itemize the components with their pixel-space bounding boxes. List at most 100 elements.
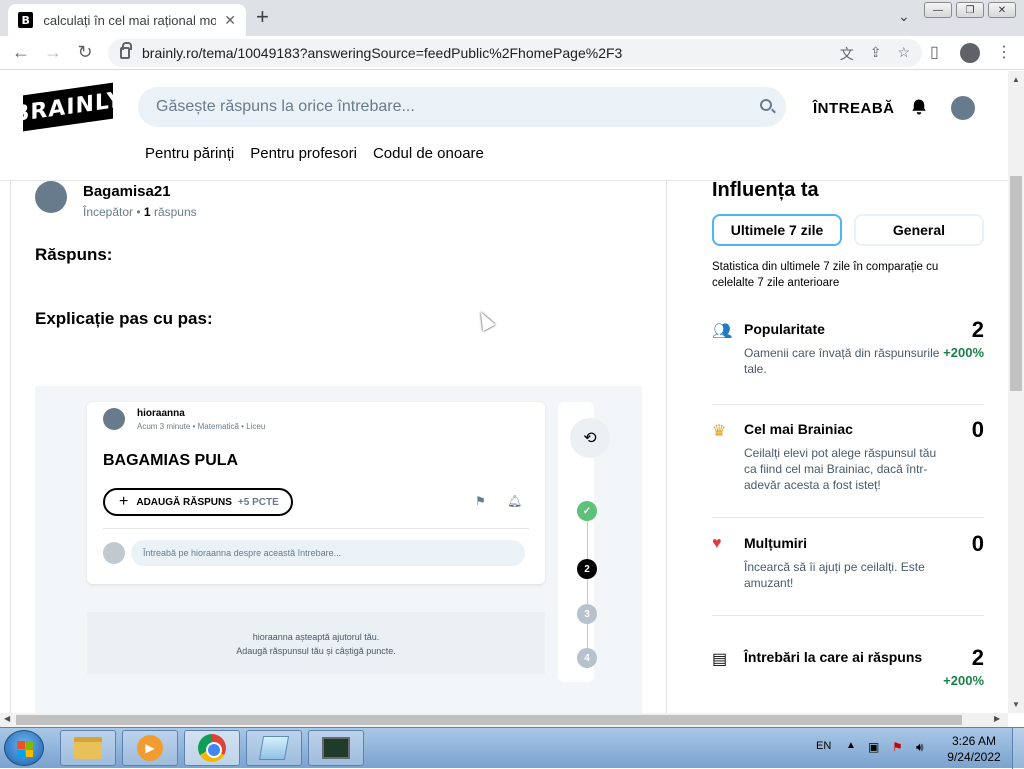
- scroll-left-arrow-icon[interactable]: ◀: [4, 714, 10, 723]
- scroll-up-arrow-icon[interactable]: ▲: [1012, 75, 1020, 84]
- search-input[interactable]: Găsește răspuns la orice întrebare...: [138, 87, 786, 127]
- browser-tabstrip: B calculați în cel mai rațional mod posi…: [0, 0, 1024, 36]
- embedded-title: BAGAMIAS PULA: [103, 452, 239, 469]
- chrome-icon: [198, 734, 226, 762]
- taskbar-notepad[interactable]: [246, 730, 302, 766]
- stat-brainiac: ♛ Cel mai Brainiac Ceilalți elevi pot al…: [712, 417, 984, 492]
- window-controls: — ❐ ✕: [924, 2, 1016, 18]
- notifications-bell-icon[interactable]: [910, 98, 928, 116]
- nav-honor-code[interactable]: Codul de onoare: [373, 145, 484, 162]
- subnav: Pentru părinți Pentru profesori Codul de…: [145, 145, 484, 162]
- embedded-username: hioraanna: [137, 408, 185, 419]
- step-2: 2: [577, 559, 597, 579]
- new-tab-button[interactable]: +: [256, 6, 269, 28]
- step-4: 4: [577, 648, 597, 668]
- user-avatar[interactable]: [951, 96, 975, 120]
- answerer-avatar[interactable]: [35, 181, 67, 213]
- volume-icon[interactable]: 🔊︎: [916, 740, 930, 754]
- network-icon[interactable]: ▣: [868, 740, 882, 754]
- embedded-avatar-small: [103, 542, 125, 564]
- brainly-favicon-icon: B: [18, 12, 34, 28]
- close-tab-icon[interactable]: ✕: [224, 12, 236, 29]
- divider: [712, 517, 984, 518]
- step-1-check: ✓: [577, 501, 597, 521]
- embedded-add-answer-button: + ADAUGĂ RĂSPUNS +5 PCTE: [103, 488, 293, 516]
- horizontal-scrollbar[interactable]: ◀ ▶: [0, 713, 1008, 727]
- people-icon: 👥︎: [712, 323, 733, 340]
- stat-answered: ▤ Întrebări la care ai răspuns 2 +200%: [712, 645, 984, 688]
- system-tray: EN ▲ ▣ ⚑ 🔊︎ 3:26 AM 9/24/2022: [806, 728, 1024, 769]
- scroll-thumb[interactable]: [1010, 176, 1022, 391]
- search-placeholder: Găsește răspuns la orice întrebare...: [156, 98, 415, 115]
- profile-avatar-icon[interactable]: [960, 43, 980, 63]
- flag-icon: ⚑: [475, 494, 486, 508]
- browser-tab[interactable]: B calculați în cel mai rațional mod posi…: [8, 4, 246, 36]
- questions-icon: ▤: [712, 651, 728, 668]
- folder-icon: [74, 737, 102, 759]
- tab-last-7-days[interactable]: Ultimele 7 zile: [712, 214, 842, 246]
- notepad-icon: [258, 736, 290, 760]
- monitor-icon: [322, 737, 350, 759]
- divider: [712, 404, 984, 405]
- answer-card: Bagamisa21 Începător • 1 răspuns Răspuns…: [10, 181, 667, 713]
- divider: [712, 615, 984, 616]
- clock[interactable]: 3:26 AM 9/24/2022: [946, 733, 1002, 765]
- scroll-down-arrow-icon[interactable]: ▼: [1012, 700, 1020, 709]
- start-button[interactable]: [4, 730, 44, 766]
- bookmark-star-icon[interactable]: ☆: [897, 44, 910, 64]
- answerer-username[interactable]: Bagamisa21: [83, 183, 171, 200]
- minimize-button[interactable]: —: [924, 2, 952, 18]
- brainly-logo[interactable]: BRAINLY: [13, 82, 123, 132]
- restore-button[interactable]: ❐: [956, 2, 984, 18]
- scroll-right-arrow-icon[interactable]: ▶: [994, 714, 1000, 723]
- vertical-scrollbar[interactable]: ▲ ▼: [1008, 71, 1024, 713]
- browser-toolbar: ← → ↻ brainly.ro/tema/10049183?answering…: [0, 36, 1024, 70]
- embedded-bell-icon: 🔔︎: [507, 494, 523, 508]
- site-header: BRAINLY Găsește răspuns la orice întreba…: [0, 71, 1008, 181]
- side-panel-icon[interactable]: ▯: [930, 42, 939, 62]
- reload-button[interactable]: ↻: [74, 42, 96, 63]
- taskbar-media-player[interactable]: ▶: [122, 730, 178, 766]
- embedded-screenshot: hioraanna Acum 3 minute • Matematică • L…: [35, 386, 642, 713]
- influence-title: Influența ta: [712, 179, 819, 201]
- stat-popularity: 👥︎ Popularitate Oamenii care învață din …: [712, 317, 984, 376]
- forward-button[interactable]: →: [42, 42, 64, 63]
- steps-line: [587, 504, 588, 662]
- close-window-button[interactable]: ✕: [988, 2, 1016, 18]
- horizontal-scroll-thumb[interactable]: [16, 715, 962, 725]
- lock-icon[interactable]: [120, 42, 132, 59]
- heart-icon: ♥: [712, 535, 722, 552]
- embedded-question-card: hioraanna Acum 3 minute • Matematică • L…: [87, 402, 545, 584]
- tab-search-chevron-icon[interactable]: ⌄: [898, 8, 910, 25]
- divider: [103, 528, 529, 529]
- nav-parents[interactable]: Pentru părinți: [145, 145, 234, 162]
- step-3: 3: [577, 604, 597, 624]
- windows-logo-icon: [17, 741, 33, 757]
- embedded-comment-input: Întreabă pe hioraanna despre această înt…: [131, 540, 525, 566]
- show-hidden-icons[interactable]: ▲: [846, 740, 856, 751]
- translate-icon[interactable]: ⽂: [840, 44, 854, 64]
- show-desktop-button[interactable]: [1012, 728, 1024, 769]
- tab-title: calculați în cel mai rațional mod posibi…: [43, 12, 217, 28]
- ask-button[interactable]: ÎNTREABĂ: [813, 100, 895, 117]
- embedded-avatar: [103, 408, 125, 430]
- tab-general[interactable]: General: [854, 214, 984, 246]
- menu-kebab-icon[interactable]: ⋮: [996, 42, 1012, 62]
- taskbar-explorer[interactable]: [60, 730, 116, 766]
- media-player-icon: ▶: [137, 735, 163, 761]
- page-content: Bagamisa21 Începător • 1 răspuns Răspuns…: [0, 71, 1008, 713]
- action-center-icon[interactable]: ⚑: [892, 740, 906, 754]
- language-indicator[interactable]: EN: [816, 740, 831, 752]
- url-text: brainly.ro/tema/10049183?answeringSource…: [142, 45, 623, 61]
- embedded-meta: Acum 3 minute • Matematică • Liceu: [137, 422, 266, 431]
- taskbar-chrome[interactable]: [184, 730, 240, 766]
- answerer-meta: Începător • 1 răspuns: [83, 205, 197, 219]
- back-button[interactable]: ←: [10, 42, 32, 63]
- answer-heading: Răspuns:: [35, 245, 113, 264]
- search-icon[interactable]: [760, 99, 772, 111]
- share-icon[interactable]: ⇪: [870, 44, 882, 64]
- nav-teachers[interactable]: Pentru profesori: [250, 145, 357, 162]
- crown-icon: ♛: [712, 423, 727, 440]
- taskbar-monitor[interactable]: [308, 730, 364, 766]
- address-bar[interactable]: brainly.ro/tema/10049183?answeringSource…: [108, 39, 922, 67]
